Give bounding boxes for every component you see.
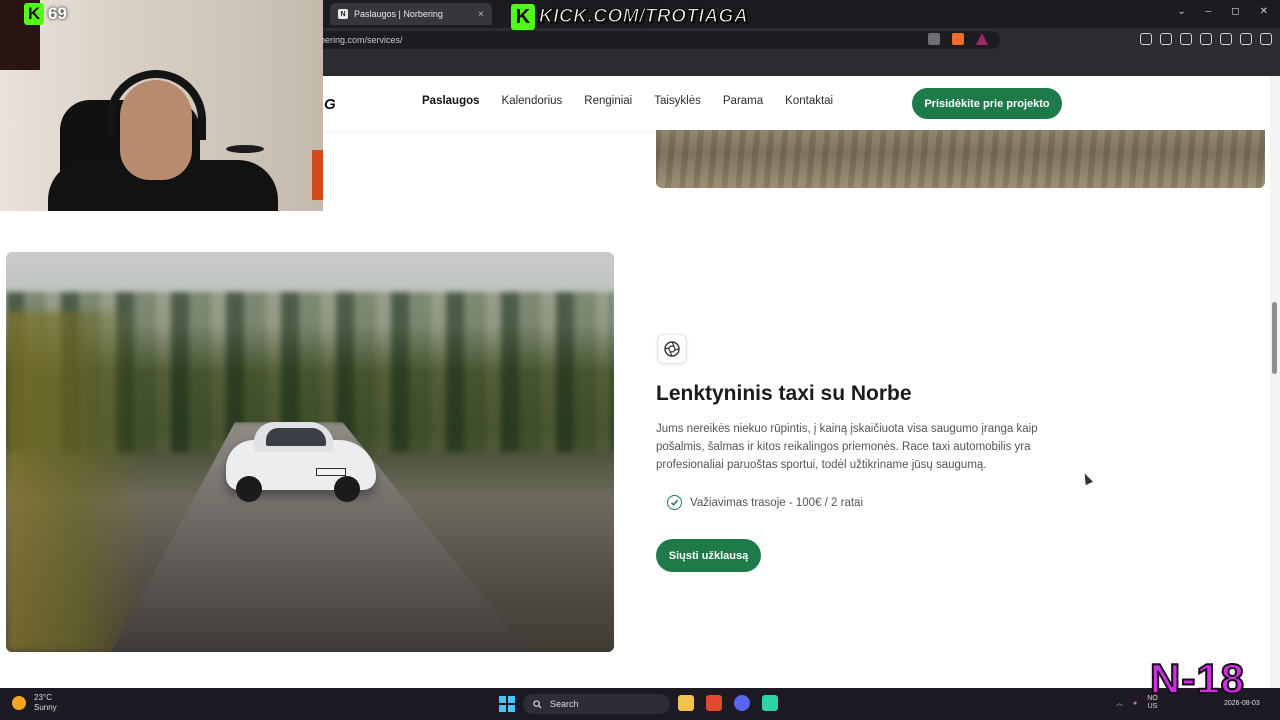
nav-parama[interactable]: Parama <box>723 95 763 107</box>
kick-url-banner: K KICK.COM/TROTIAGA <box>511 4 748 30</box>
previous-service-photo <box>656 130 1265 188</box>
kick-logo-icon: K <box>24 3 44 25</box>
search-icon <box>533 699 542 709</box>
taskbar-search[interactable]: Search <box>523 694 670 714</box>
page-scrollbar[interactable] <box>1270 76 1280 688</box>
viewer-count-badge: K 69 <box>24 3 67 25</box>
nav-kalendorius[interactable]: Kalendorius <box>502 95 563 107</box>
window-controls: ⌄ – ◻ ✕ <box>1177 6 1268 17</box>
sidebar-icon[interactable] <box>1180 33 1192 45</box>
nav-renginiai[interactable]: Renginiai <box>584 95 632 107</box>
turbo-icon <box>657 334 687 364</box>
translate-icon[interactable] <box>928 33 940 45</box>
check-circle-icon <box>667 495 682 510</box>
pinned-apps <box>678 695 778 711</box>
kick-url-text: KICK.COM/TROTIAGA <box>538 5 749 27</box>
microphone-icon[interactable]: ● <box>1133 700 1137 707</box>
service-title: Lenktyninis taxi su Norbe <box>656 382 912 405</box>
race-taxi-photo <box>6 252 614 652</box>
sun-icon <box>12 696 26 710</box>
maximize-icon[interactable]: ◻ <box>1231 6 1239 17</box>
toolbar-icons <box>1140 33 1272 45</box>
site-favicon-icon: N <box>338 9 348 19</box>
nav-kontaktai[interactable]: Kontaktai <box>785 95 833 107</box>
headphones <box>106 70 206 140</box>
url-input[interactable]: bering.com/services/ <box>300 31 1000 49</box>
search-label: Search <box>550 699 579 709</box>
leo-icon[interactable] <box>1220 33 1232 45</box>
kick-logo-icon: K <box>511 4 535 30</box>
weather-condition: Sunny <box>34 703 57 712</box>
age-rating-tag: N-18 <box>1149 654 1246 703</box>
minimize-icon[interactable]: – <box>1206 6 1212 17</box>
race-car <box>226 420 376 502</box>
temperature: 23°C <box>34 693 52 702</box>
weather-text: 23°C Sunny <box>34 693 57 713</box>
close-window-icon[interactable]: ✕ <box>1260 6 1268 17</box>
brave-shield-icon[interactable] <box>952 33 964 45</box>
browser-tab-active[interactable]: N Paslaugos | Norbering × <box>330 3 492 25</box>
send-inquiry-button[interactable]: Siųsti užklausą <box>656 539 761 572</box>
photo-foliage <box>6 312 146 652</box>
weather-widget[interactable]: 23°C Sunny <box>12 693 57 713</box>
extensions-icon[interactable] <box>1140 33 1152 45</box>
site-nav: Paslaugos Kalendorius Renginiai Taisyklė… <box>422 95 833 107</box>
site-logo[interactable]: G <box>324 96 336 113</box>
service-description: Jums nereikės niekuo rūpintis, į kainą į… <box>656 423 1038 471</box>
discord-icon[interactable] <box>734 695 750 711</box>
service-feature: Važiavimas trasoje - 100€ / 2 ratai <box>667 495 863 510</box>
nav-paslaugos[interactable]: Paslaugos <box>422 95 480 107</box>
tab-list-icon[interactable]: ⌄ <box>1177 6 1185 17</box>
brave-browser-icon[interactable] <box>706 695 722 711</box>
music-icon[interactable] <box>1160 33 1172 45</box>
viewer-count: 69 <box>48 4 67 23</box>
chevron-up-icon[interactable]: ︿ <box>1116 698 1123 708</box>
wallet-icon[interactable] <box>1200 33 1212 45</box>
join-project-button[interactable]: Prisidėkite prie projekto <box>912 88 1062 119</box>
feature-text: Važiavimas trasoje - 100€ / 2 ratai <box>690 496 864 509</box>
scrollbar-thumb[interactable] <box>1272 302 1277 374</box>
file-explorer-icon[interactable] <box>678 695 694 711</box>
rewards-icon[interactable] <box>976 33 988 45</box>
menu-icon[interactable] <box>1260 33 1272 45</box>
webcam-overlay <box>0 0 323 211</box>
start-button[interactable] <box>499 696 515 712</box>
tab-title: Paslaugos | Norbering <box>354 9 443 19</box>
nav-taisykles[interactable]: Taisyklės <box>654 95 701 107</box>
tab-close-icon[interactable]: × <box>478 9 484 20</box>
chat-app-icon[interactable] <box>762 695 778 711</box>
vpn-icon[interactable] <box>1240 33 1252 45</box>
url-actions <box>928 33 988 45</box>
